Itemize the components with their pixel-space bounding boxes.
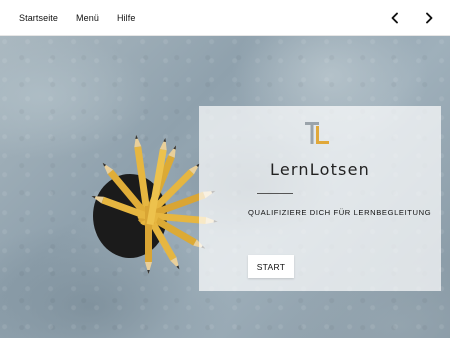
- previous-button[interactable]: [382, 5, 408, 31]
- nav-item-hilfe[interactable]: Hilfe: [117, 13, 136, 23]
- nav-item-menu[interactable]: Menü: [76, 13, 99, 23]
- brand-title: LernLotsen: [270, 160, 370, 179]
- main-nav: Startseite Menü Hilfe: [0, 13, 153, 23]
- lernlotsen-logo-icon: [305, 122, 329, 144]
- chevron-left-icon: [391, 12, 398, 24]
- intro-panel: LernLotsen QUALIFIZIERE DICH FÜR LERNBEG…: [199, 106, 441, 291]
- title-divider: [257, 193, 293, 194]
- next-button[interactable]: [416, 5, 442, 31]
- chevron-right-icon: [426, 12, 433, 24]
- nav-item-startseite[interactable]: Startseite: [19, 13, 58, 23]
- tagline-text: QUALIFIZIERE DICH FÜR LERNBEGLEITUNG: [248, 208, 432, 217]
- start-button[interactable]: START: [248, 255, 294, 278]
- hero-section: LernLotsen QUALIFIZIERE DICH FÜR LERNBEG…: [0, 36, 450, 338]
- slide-navigation: [374, 0, 442, 36]
- top-navigation-bar: Startseite Menü Hilfe: [0, 0, 450, 36]
